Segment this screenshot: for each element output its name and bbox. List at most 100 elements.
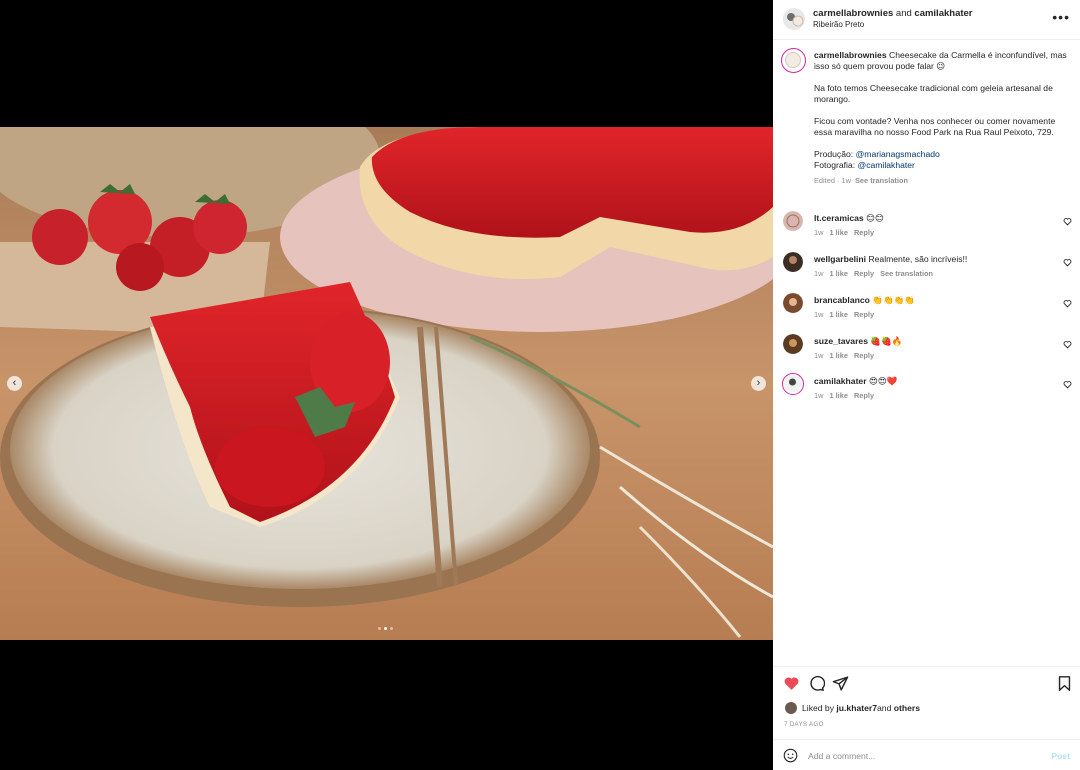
commenter-avatar[interactable] xyxy=(783,211,803,231)
cheesecake-photo xyxy=(0,127,773,640)
comment-likes[interactable]: 1 like xyxy=(829,269,848,278)
like-heart-icon[interactable] xyxy=(783,675,800,692)
commenter-avatar[interactable] xyxy=(782,373,804,395)
comment-reply-button[interactable]: Reply xyxy=(854,310,874,319)
liker-avatar xyxy=(785,702,797,714)
liked-by: Liked by ju.khater7 and others xyxy=(785,702,920,714)
comment-body: 😊😊 xyxy=(863,213,884,223)
carousel-next-button[interactable]: › xyxy=(751,376,766,391)
comment-time: 1w xyxy=(814,310,824,319)
comment-username[interactable]: lt.ceramicas xyxy=(814,213,864,223)
commenter-avatar[interactable] xyxy=(783,334,803,354)
author-username-2[interactable]: camilakhater xyxy=(914,8,972,19)
comment-item: lt.ceramicas 😊😊 1w 1 like Reply xyxy=(773,211,1080,247)
carousel-dot-active xyxy=(384,627,387,630)
post-location[interactable]: Ribeirão Preto xyxy=(813,20,864,29)
comment-likes[interactable]: 1 like xyxy=(829,310,848,319)
comment-meta: 1w 1 like Reply xyxy=(814,351,880,360)
caption-credits: Produção: @marianagsmachado Fotografia: … xyxy=(814,149,1070,171)
post-timestamp[interactable]: 7 DAYS AGO xyxy=(784,721,824,728)
caption-see-translation[interactable]: See translation xyxy=(855,176,908,185)
comment-likes[interactable]: 1 like xyxy=(829,391,848,400)
share-icon[interactable] xyxy=(832,675,849,692)
comment-item: camilakhater 😍😍❤️ 1w 1 like Reply xyxy=(773,373,1080,410)
emoji-icon[interactable] xyxy=(783,748,798,763)
caption-meta: Edited · 1w See translation xyxy=(814,175,1070,186)
comment-likes[interactable]: 1 like xyxy=(829,228,848,237)
comment-like-heart-icon[interactable] xyxy=(1063,299,1072,308)
comment-like-heart-icon[interactable] xyxy=(1063,380,1072,389)
caption-username[interactable]: carmellabrownies xyxy=(814,50,887,60)
comment-username[interactable]: camilakhater xyxy=(814,376,867,386)
chevron-left-icon: ‹ xyxy=(12,377,17,389)
comment-time: 1w xyxy=(814,269,824,278)
credit-1-mention[interactable]: @marianagsmachado xyxy=(856,149,940,159)
instagram-post-modal: ‹ › carmellabrownies and camilakhater Ri… xyxy=(0,0,1080,770)
save-bookmark-icon[interactable] xyxy=(1056,675,1073,692)
author-names: carmellabrownies and camilakhater xyxy=(813,8,973,19)
carousel-dot xyxy=(378,627,381,630)
liked-others[interactable]: others xyxy=(894,703,920,713)
comment-username[interactable]: wellgarbelini xyxy=(814,254,866,264)
comment-text: camilakhater 😍😍❤️ xyxy=(814,376,898,387)
liked-mid: and xyxy=(877,703,892,713)
post-header: carmellabrownies and camilakhater Ribeir… xyxy=(773,0,1080,40)
comment-text: wellgarbelini Realmente, são incríveis!! xyxy=(814,254,967,264)
comment-item: brancablanco 👏👏👏👏 1w 1 like Reply xyxy=(773,293,1080,329)
post-details-panel: carmellabrownies and camilakhater Ribeir… xyxy=(773,0,1080,770)
more-options-icon[interactable]: ••• xyxy=(1052,10,1070,24)
chevron-right-icon: › xyxy=(756,377,761,389)
author-username-1[interactable]: carmellabrownies xyxy=(813,8,893,19)
comment-reply-button[interactable]: Reply xyxy=(854,269,874,278)
author-avatar[interactable] xyxy=(783,8,805,30)
caption-para-3: Ficou com vontade? Venha nos conhecer ou… xyxy=(814,116,1056,137)
comment-like-heart-icon[interactable] xyxy=(1063,340,1072,349)
comment-body: 🍓🍓🔥 xyxy=(868,336,903,346)
caption-para-2: Na foto temos Cheesecake tradicional com… xyxy=(814,83,1053,104)
carousel-prev-button[interactable]: ‹ xyxy=(7,376,22,391)
liked-prefix: Liked by xyxy=(802,703,835,713)
comment-text: lt.ceramicas 😊😊 xyxy=(814,213,884,224)
comment-body: 👏👏👏👏 xyxy=(869,295,916,305)
liked-user[interactable]: ju.khater7 xyxy=(836,703,877,713)
comment-body: Realmente, são incríveis!! xyxy=(866,254,968,264)
carousel-dot xyxy=(390,627,393,630)
comment-meta: 1w 1 like Reply xyxy=(814,391,880,400)
comment-text: suze_tavares 🍓🍓🔥 xyxy=(814,336,903,347)
caption-para-1: carmellabrownies Cheesecake da Carmella … xyxy=(814,50,1070,72)
post-actions: Liked by ju.khater7 and others 7 DAYS AG… xyxy=(773,666,1080,770)
comment-body: 😍😍❤️ xyxy=(866,376,898,386)
comment-meta: 1w 1 like Reply See translation xyxy=(814,269,939,278)
add-comment-bar: Add a comment... Post xyxy=(773,739,1080,770)
commenter-avatar[interactable] xyxy=(783,252,803,272)
comment-username[interactable]: suze_tavares xyxy=(814,336,868,346)
comment-time: 1w xyxy=(814,391,824,400)
comment-meta: 1w 1 like Reply xyxy=(814,228,880,237)
post-photo[interactable] xyxy=(0,127,773,640)
comment-meta: 1w 1 like Reply xyxy=(814,310,880,319)
media-panel: ‹ › xyxy=(0,0,773,770)
author-and-text: and xyxy=(893,8,915,19)
comment-icon[interactable] xyxy=(808,675,825,692)
comment-reply-button[interactable]: Reply xyxy=(854,228,874,237)
credit-1-label: Produção: xyxy=(814,149,856,159)
commenter-avatar[interactable] xyxy=(783,293,803,313)
comment-like-heart-icon[interactable] xyxy=(1063,217,1072,226)
comment-time: 1w xyxy=(814,228,824,237)
credit-2-label: Fotografia: xyxy=(814,160,858,170)
comment-like-heart-icon[interactable] xyxy=(1063,258,1072,267)
post-comment-button[interactable]: Post xyxy=(1051,751,1070,761)
comment-item: wellgarbelini Realmente, são incríveis!!… xyxy=(773,252,1080,288)
brand-logo-icon xyxy=(785,52,801,68)
comment-reply-button[interactable]: Reply xyxy=(854,351,874,360)
credit-2-mention[interactable]: @camilakhater xyxy=(857,160,914,170)
caption-avatar[interactable] xyxy=(781,48,806,73)
comment-text: brancablanco 👏👏👏👏 xyxy=(814,295,915,306)
comment-time: 1w xyxy=(814,351,824,360)
comment-reply-button[interactable]: Reply xyxy=(854,391,874,400)
comment-see-translation[interactable]: See translation xyxy=(880,269,933,278)
comment-username[interactable]: brancablanco xyxy=(814,295,870,305)
comment-input[interactable]: Add a comment... xyxy=(808,751,875,761)
comment-item: suze_tavares 🍓🍓🔥 1w 1 like Reply xyxy=(773,334,1080,370)
comment-likes[interactable]: 1 like xyxy=(829,351,848,360)
